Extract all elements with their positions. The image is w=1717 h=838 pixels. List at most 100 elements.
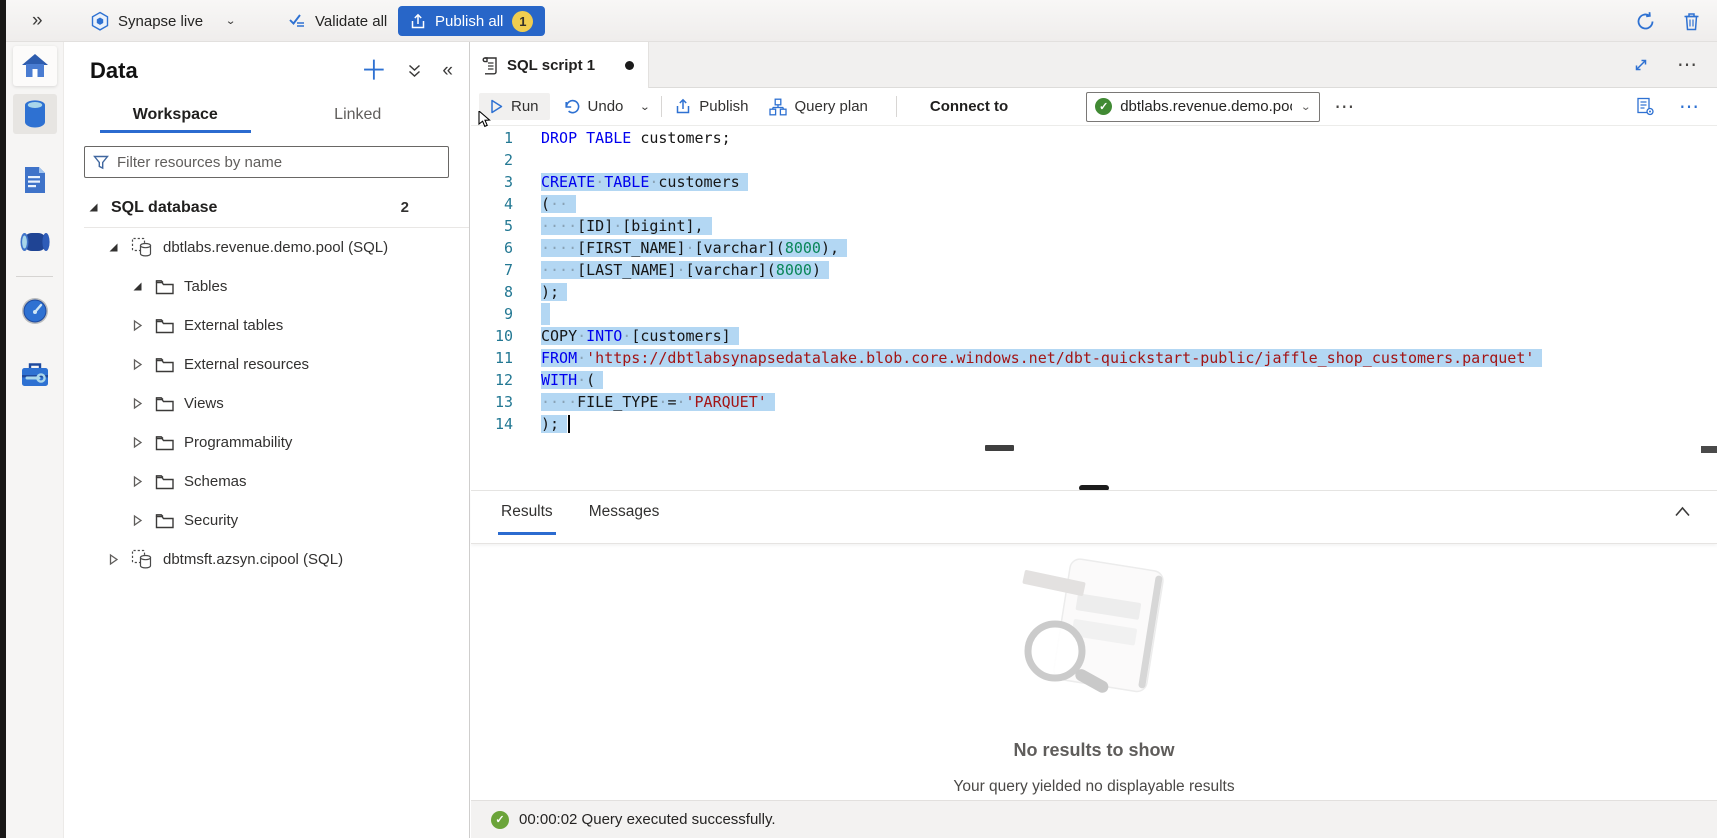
tab-messages[interactable]: Messages — [589, 503, 660, 535]
database-icon — [131, 237, 154, 258]
tree-item[interactable]: External tables — [64, 306, 469, 345]
code-line[interactable]: 13····FILE_TYPE·=·'PARQUET' — [471, 391, 1717, 413]
query-properties-icon[interactable] — [1636, 97, 1655, 116]
manage-icon[interactable] — [13, 355, 57, 395]
query-plan-button[interactable]: Query plan — [769, 98, 868, 116]
run-options-chevron-icon[interactable]: ⌄ — [639, 100, 650, 113]
code-line[interactable]: 6····[FIRST_NAME]·[varchar](8000), — [471, 237, 1717, 259]
double-chevron-down-icon[interactable] — [407, 63, 422, 79]
line-number: 2 — [471, 149, 541, 171]
tree-item-label: Schemas — [184, 473, 247, 490]
tree-item-count: 2 — [401, 199, 409, 216]
tab-workspace[interactable]: Workspace — [84, 98, 267, 133]
code-line[interactable]: 11FROM·'https://dbtlabsynapsedatalake.bl… — [471, 347, 1717, 369]
refresh-icon[interactable] — [1635, 11, 1656, 32]
line-number: 1 — [471, 127, 541, 149]
chevron-expanded-icon[interactable] — [106, 241, 121, 254]
tree-item[interactable]: Tables — [64, 267, 469, 306]
folder-icon — [155, 474, 175, 490]
tree-item[interactable]: Programmability — [64, 423, 469, 462]
editor-more-actions-icon[interactable]: ⋯ — [1679, 102, 1701, 112]
tab-more-actions-icon[interactable]: ⋯ — [1677, 60, 1699, 70]
home-icon[interactable] — [13, 46, 57, 86]
code-line[interactable]: 1DROP TABLE customers; — [471, 127, 1717, 149]
publish-button[interactable]: Publish — [675, 98, 748, 115]
filter-input[interactable] — [117, 154, 440, 171]
pool-dropdown[interactable]: ✓ dbtlabs.revenue.demo.pool ⌄ — [1086, 92, 1320, 122]
chevron-collapsed-icon[interactable] — [130, 319, 145, 332]
monitor-icon[interactable] — [13, 291, 57, 331]
results-empty-state: No results to show Your query yielded no… — [471, 544, 1717, 796]
tree-item-label: Programmability — [184, 434, 292, 451]
develop-icon[interactable] — [13, 160, 57, 200]
code-line[interactable]: 4(·· — [471, 193, 1717, 215]
code-line-text: ); — [541, 281, 567, 303]
line-number: 4 — [471, 193, 541, 215]
tree-item[interactable]: dbtmsft.azsyn.cipool (SQL) — [64, 540, 469, 579]
chevron-collapsed-icon[interactable] — [130, 397, 145, 410]
publish-all-button[interactable]: Publish all 1 — [398, 6, 545, 36]
no-results-illustration — [989, 554, 1199, 714]
tree-item[interactable]: SQL database2 — [64, 188, 469, 227]
chevron-collapsed-icon[interactable] — [130, 514, 145, 527]
add-resource-icon[interactable]: ＋ — [360, 61, 387, 81]
chevron-expanded-icon[interactable] — [130, 280, 145, 293]
tree-item[interactable]: Views — [64, 384, 469, 423]
validate-all-button[interactable]: Validate all — [288, 0, 387, 42]
collapse-panel-icon[interactable]: « — [442, 60, 453, 82]
code-line[interactable]: 14); — [471, 413, 1717, 435]
chevron-expanded-icon[interactable] — [86, 201, 101, 214]
discard-trash-icon[interactable] — [1682, 11, 1701, 32]
code-line[interactable]: 7····[LAST_NAME]·[varchar](8000) — [471, 259, 1717, 281]
code-line-text: ····FILE_TYPE·=·'PARQUET' — [541, 391, 775, 413]
code-line[interactable]: 3CREATE·TABLE·customers — [471, 171, 1717, 193]
chevron-collapsed-icon[interactable] — [106, 553, 121, 566]
line-number: 9 — [471, 303, 541, 325]
code-line-text: WITH·( — [541, 369, 603, 391]
editor-scrollbar-corner[interactable] — [1701, 446, 1717, 453]
code-line[interactable]: 9 — [471, 303, 1717, 325]
tree-item[interactable]: Security — [64, 501, 469, 540]
tree-item[interactable]: Schemas — [64, 462, 469, 501]
more-toolbar-actions-icon[interactable]: ⋯ — [1334, 102, 1356, 112]
collapse-results-icon[interactable] — [1674, 505, 1691, 518]
code-line[interactable]: 8); — [471, 281, 1717, 303]
tab-linked[interactable]: Linked — [267, 98, 450, 133]
sql-code-editor[interactable]: 1DROP TABLE customers;23CREATE·TABLE·cus… — [471, 127, 1717, 457]
rail-divider — [16, 276, 53, 277]
resource-tree: SQL database2dbtlabs.revenue.demo.pool (… — [64, 188, 469, 579]
code-line[interactable]: 10COPY·INTO·[customers] — [471, 325, 1717, 347]
mode-label: Synapse live — [118, 13, 203, 30]
undo-button[interactable]: Undo — [563, 98, 624, 115]
doc-tab-title: SQL script 1 — [507, 57, 595, 74]
synapse-live-icon — [90, 11, 110, 32]
line-number: 14 — [471, 413, 541, 435]
folder-icon — [155, 435, 175, 451]
integrate-icon[interactable] — [13, 222, 57, 262]
editor-scrollbar-thumb[interactable] — [985, 445, 1014, 451]
code-line[interactable]: 2 — [471, 149, 1717, 171]
tree-item[interactable]: External resources — [64, 345, 469, 384]
code-line-text: (·· — [541, 193, 576, 215]
line-number: 11 — [471, 347, 541, 369]
query-plan-label: Query plan — [795, 98, 868, 115]
chevron-collapsed-icon[interactable] — [130, 358, 145, 371]
tab-results[interactable]: Results — [501, 503, 553, 535]
code-line[interactable]: 12WITH·( — [471, 369, 1717, 391]
tab-sql-script-1[interactable]: SQL script 1 — [471, 42, 649, 88]
chevron-collapsed-icon[interactable] — [130, 436, 145, 449]
data-icon[interactable] — [13, 94, 57, 134]
publish-all-label: Publish all — [435, 13, 503, 30]
mouse-cursor — [478, 111, 494, 129]
expand-editor-icon[interactable] — [1633, 57, 1649, 73]
chevron-collapsed-icon[interactable] — [130, 475, 145, 488]
text-caret — [568, 415, 570, 433]
mode-selector[interactable]: Synapse live ⌄ — [90, 0, 236, 42]
top-command-bar: » Synapse live ⌄ Validate all Publish al… — [6, 0, 1717, 42]
code-line-text: COPY·INTO·[customers] — [541, 325, 739, 347]
code-line[interactable]: 5····[ID]·[bigint], — [471, 215, 1717, 237]
empty-results-title: No results to show — [1013, 740, 1174, 761]
code-line-text: ····[FIRST_NAME]·[varchar](8000), — [541, 237, 847, 259]
tree-item[interactable]: dbtlabs.revenue.demo.pool (SQL) — [64, 228, 469, 267]
expand-rail-icon[interactable]: » — [32, 0, 41, 42]
